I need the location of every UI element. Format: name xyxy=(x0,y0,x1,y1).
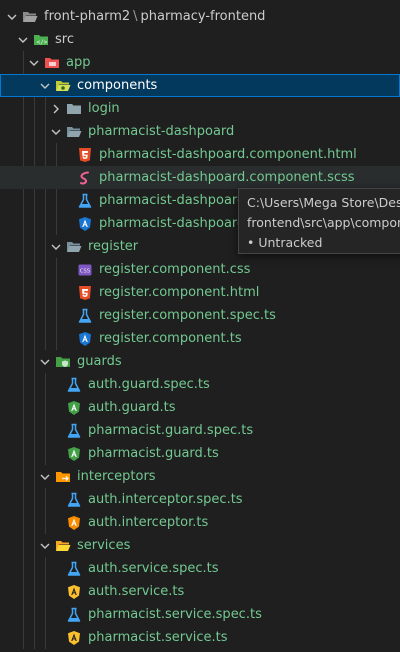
file-label: auth.guard.ts xyxy=(88,400,176,415)
scss-file-icon xyxy=(77,170,93,186)
folder-label: login xyxy=(88,101,120,116)
chevron-down-icon[interactable] xyxy=(48,239,64,255)
file-row-register-component-ts[interactable]: register.component.ts xyxy=(0,327,400,350)
spec-file-icon xyxy=(77,308,93,324)
folder-label: app xyxy=(66,55,91,70)
chevron-down-icon[interactable] xyxy=(37,354,53,370)
chevron-down-icon[interactable] xyxy=(15,32,31,48)
file-label: pharmacist.service.ts xyxy=(88,630,228,645)
tooltip-path-line-1: C:\Users\Mega Store\Desktop xyxy=(247,195,400,210)
guards-folder-icon xyxy=(55,354,71,370)
angular-service-icon xyxy=(66,584,82,600)
file-row-pharmacist-guard-spec-ts[interactable]: pharmacist.guard.spec.ts xyxy=(0,419,400,442)
file-row-auth-service-spec-ts[interactable]: auth.service.spec.ts xyxy=(0,557,400,580)
file-label: auth.interceptor.spec.ts xyxy=(88,492,243,507)
spec-file-icon xyxy=(66,423,82,439)
folder-label: register xyxy=(88,239,139,254)
file-row-pharmacist-dashpoard-component-html[interactable]: pharmacist-dashpoard.component.html xyxy=(0,143,400,166)
folder-row-app[interactable]: app xyxy=(0,51,400,74)
file-label: register.component.css xyxy=(99,262,251,277)
file-path-tooltip: C:\Users\Mega Store\Desktop frontend\src… xyxy=(238,188,400,254)
folder-open-icon xyxy=(22,9,38,25)
angular-component-icon xyxy=(77,216,93,232)
svg-text:CSS: CSS xyxy=(80,268,90,274)
spec-file-icon xyxy=(66,377,82,393)
svg-text:</>: </> xyxy=(37,39,48,46)
html-file-icon xyxy=(77,147,93,163)
folder-label: guards xyxy=(77,354,122,369)
chevron-right-icon[interactable] xyxy=(48,101,64,117)
file-row-auth-interceptor-ts[interactable]: auth.interceptor.ts xyxy=(0,511,400,534)
folder-row-components[interactable]: components xyxy=(0,74,400,97)
file-row-register-component-spec-ts[interactable]: register.component.spec.ts xyxy=(0,304,400,327)
components-folder-icon xyxy=(55,78,71,94)
angular-guard-icon xyxy=(66,400,82,416)
css-file-icon: CSS xyxy=(77,262,93,278)
file-label: auth.service.ts xyxy=(88,584,185,599)
file-label: register.component.html xyxy=(99,285,260,300)
workspace-root-row[interactable]: front-pharm2 \ pharmacy-frontend xyxy=(0,5,400,28)
folder-row-guards[interactable]: guards xyxy=(0,350,400,373)
file-row-pharmacist-dashpoard-component-scss[interactable]: pharmacist-dashpoard.component.scss xyxy=(0,166,400,189)
file-row-auth-guard-ts[interactable]: auth.guard.ts xyxy=(0,396,400,419)
file-label: auth.service.spec.ts xyxy=(88,561,219,576)
folder-open-icon xyxy=(66,124,82,140)
file-label: register.component.spec.ts xyxy=(99,308,276,323)
folder-label: interceptors xyxy=(77,469,156,484)
spec-file-icon xyxy=(66,561,82,577)
chevron-down-icon[interactable] xyxy=(48,124,64,140)
file-row-auth-guard-spec-ts[interactable]: auth.guard.spec.ts xyxy=(0,373,400,396)
src-folder-icon: </> xyxy=(33,32,49,48)
file-row-pharmacist-guard-ts[interactable]: pharmacist.guard.ts xyxy=(0,442,400,465)
folder-open-icon xyxy=(66,239,82,255)
workspace-sub-label: pharmacy-frontend xyxy=(140,9,266,24)
file-label: register.component.ts xyxy=(99,331,242,346)
folder-icon xyxy=(66,101,82,117)
html-file-icon xyxy=(77,285,93,301)
angular-component-icon xyxy=(77,331,93,347)
spec-file-icon xyxy=(66,492,82,508)
spec-file-icon xyxy=(66,607,82,623)
app-folder-icon xyxy=(44,55,60,71)
file-explorer-tree: front-pharm2 \ pharmacy-frontend </> src a… xyxy=(0,0,400,652)
folder-row-services[interactable]: services xyxy=(0,534,400,557)
file-row-register-component-html[interactable]: register.component.html xyxy=(0,281,400,304)
folder-row-login[interactable]: login xyxy=(0,97,400,120)
file-label: auth.guard.spec.ts xyxy=(88,377,210,392)
chevron-down-icon xyxy=(4,9,20,25)
folder-label: components xyxy=(77,78,158,93)
interceptors-folder-icon xyxy=(55,469,71,485)
services-folder-icon xyxy=(55,538,71,554)
chevron-down-icon[interactable] xyxy=(37,469,53,485)
folder-label: src xyxy=(55,32,74,47)
file-row-pharmacist-service-ts[interactable]: pharmacist.service.ts xyxy=(0,626,400,649)
angular-service-icon xyxy=(66,630,82,646)
file-row-auth-service-ts[interactable]: auth.service.ts xyxy=(0,580,400,603)
chevron-down-icon[interactable] xyxy=(26,55,42,71)
file-label: pharmacist-dashpoard.component.html xyxy=(99,147,357,162)
chevron-down-icon[interactable] xyxy=(37,538,53,554)
folder-row-src[interactable]: </> src xyxy=(0,28,400,51)
folder-label: services xyxy=(77,538,131,553)
angular-guard-icon xyxy=(66,446,82,462)
folder-label: pharmacist-dashpoard xyxy=(88,124,235,139)
file-label: auth.interceptor.ts xyxy=(88,515,209,530)
spec-file-icon xyxy=(77,193,93,209)
file-row-pharmacist-service-spec-ts[interactable]: pharmacist.service.spec.ts xyxy=(0,603,400,626)
file-row-auth-interceptor-spec-ts[interactable]: auth.interceptor.spec.ts xyxy=(0,488,400,511)
path-separator: \ xyxy=(133,9,138,24)
file-label: pharmacist.guard.spec.ts xyxy=(88,423,254,438)
workspace-root-label: front-pharm2 xyxy=(44,9,131,24)
folder-row-interceptors[interactable]: interceptors xyxy=(0,465,400,488)
file-row-register-component-css[interactable]: CSS register.component.css xyxy=(0,258,400,281)
tooltip-path-line-2: frontend\src\app\componen xyxy=(247,215,400,230)
file-label: pharmacist.service.spec.ts xyxy=(88,607,262,622)
folder-row-pharmacist-dashpoard[interactable]: pharmacist-dashpoard xyxy=(0,120,400,143)
angular-interceptor-icon xyxy=(66,515,82,531)
tooltip-git-status: • Untracked xyxy=(247,235,323,250)
file-label: pharmacist.guard.ts xyxy=(88,446,219,461)
chevron-down-icon[interactable] xyxy=(37,78,53,94)
file-label: pharmacist-dashpoard.component.scss xyxy=(99,170,355,185)
